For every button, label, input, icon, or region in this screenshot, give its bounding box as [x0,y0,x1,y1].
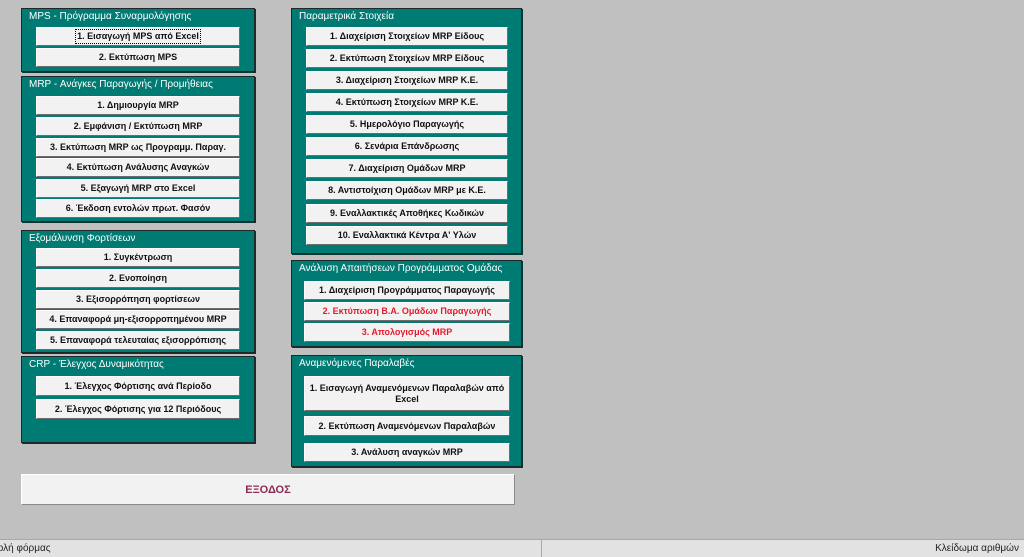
print-expected-receipts-button[interactable]: 2. Εκτύπωση Αναμενόμενων Παραλαβών [304,416,510,436]
manage-mrp-groups-button[interactable]: 7. Διαχείριση Ομάδων MRP [306,159,508,178]
show-print-mrp-button[interactable]: 2. Εμφάνιση / Εκτύπωση MRP [36,117,240,136]
issue-raw-material-orders-button[interactable]: 6. Έκδοση εντολών πρωτ. Φασόν [36,199,240,218]
import-mps-excel-label: 1. Εισαγωγή MPS από Excel [75,29,201,44]
group-analysis-panel-title: Ανάλυση Απαιτήσεων Προγράμματος Ομάδας [299,263,503,274]
group-analysis-panel: Ανάλυση Απαιτήσεων Προγράμματος Ομάδας 1… [291,260,522,347]
create-mrp-button[interactable]: 1. Δημιουργία MRP [36,96,240,115]
parameters-panel: Παραμετρικά Στοιχεία 1. Διαχείριση Στοιχ… [291,8,522,254]
status-separator [541,540,542,557]
mrp-report-button[interactable]: 3. Απολογισμός MRP [304,323,510,342]
print-mps-button[interactable]: 2. Εκτύπωση MPS [36,48,240,67]
print-mrp-as-production-plan-button[interactable]: 3. Εκτύπωση MRP ως Προγραμμ. Παραγ. [36,138,240,157]
expected-receipts-panel-title: Αναμενόμενες Παραλαβές [299,358,415,369]
alternative-warehouses-button[interactable]: 9. Εναλλακτικές Αποθήκες Κωδικών [306,204,508,223]
restore-last-balancing-button[interactable]: 5. Επαναφορά τελευταίας εξισορρόπισης [36,331,240,350]
print-group-ba-button[interactable]: 2. Εκτύπωση Β.Α. Ομάδων Παραγωγής [304,302,510,321]
merge-button[interactable]: 2. Ενοποίηση [36,269,240,288]
manage-production-program-button[interactable]: 1. Διαχείριση Προγράμματος Παραγωγής [304,281,510,300]
mrp-panel-title: MRP - Ανάγκες Παραγωγής / Προμήθειας [29,79,213,90]
parameters-panel-title: Παραμετρικά Στοιχεία [299,11,394,22]
exit-button[interactable]: ΕΞΟΔΟΣ [21,474,515,505]
num-lock-indicator: Κλείδωμα αριθμών [935,543,1019,554]
balance-loads-button[interactable]: 3. Εξισορρόπηση φορτίσεων [36,290,240,309]
production-calendar-button[interactable]: 5. Ημερολόγιο Παραγωγής [306,115,508,134]
load-smoothing-panel: Εξομάλυνση Φορτίσεων 1. Συγκέντρωση 2. Ε… [21,230,255,353]
map-mrp-groups-to-workcenters-button[interactable]: 8. Αντιστοίχιση Ομάδων MRP με Κ.Ε. [306,181,508,200]
alternative-raw-material-centers-button[interactable]: 10. Εναλλακτικά Κέντρα Α' Υλών [306,226,508,245]
mps-panel: MPS - Πρόγραμμα Συναρμολόγησης 1. Εισαγω… [21,8,255,72]
export-mrp-excel-button[interactable]: 5. Εξαγωγή MRP στο Excel [36,179,240,198]
print-item-mrp-data-button[interactable]: 2. Εκτύπωση Στοιχείων MRP Είδους [306,49,508,68]
import-expected-receipts-excel-button[interactable]: 1. Εισαγωγή Αναμενόμενων Παραλαβών από E… [304,376,510,411]
load-smoothing-panel-title: Εξομάλυνση Φορτίσεων [29,233,136,244]
staffing-scenarios-button[interactable]: 6. Σενάρια Επάνδρωσης [306,137,508,156]
status-form-text: βολή φόρμας [0,543,51,554]
restore-unbalanced-mrp-button[interactable]: 4. Επαναφορά μη-εξισορροπημένου MRP [36,310,240,329]
mrp-panel: MRP - Ανάγκες Παραγωγής / Προμήθειας 1. … [21,76,255,222]
manage-workcenter-mrp-data-button[interactable]: 3. Διαχείριση Στοιχείων MRP Κ.Ε. [306,71,508,90]
expected-receipts-panel: Αναμενόμενες Παραλαβές 1. Εισαγωγή Αναμε… [291,355,522,467]
manage-item-mrp-data-button[interactable]: 1. Διαχείριση Στοιχείων MRP Είδους [306,27,508,46]
load-check-12-periods-button[interactable]: 2. Έλεγχος Φόρτισης για 12 Περιόδους [36,399,240,419]
status-bar: βολή φόρμας Κλείδωμα αριθμών [0,539,1024,557]
mps-panel-title: MPS - Πρόγραμμα Συναρμολόγησης [29,11,192,22]
crp-panel: CRP - Έλεγχος Δυναμικότητας 1. Έλεγχος Φ… [21,356,255,443]
import-mps-excel-button[interactable]: 1. Εισαγωγή MPS από Excel [36,27,240,46]
load-check-per-period-button[interactable]: 1. Έλεγχος Φόρτισης ανά Περίοδο [36,376,240,396]
print-workcenter-mrp-data-button[interactable]: 4. Εκτύπωση Στοιχείων MRP Κ.Ε. [306,93,508,112]
crp-panel-title: CRP - Έλεγχος Δυναμικότητας [29,359,164,370]
gather-button[interactable]: 1. Συγκέντρωση [36,248,240,267]
print-needs-analysis-button[interactable]: 4. Εκτύπωση Ανάλυσης Αναγκών [36,158,240,177]
mrp-needs-analysis-button[interactable]: 3. Ανάλυση αναγκών MRP [304,443,510,462]
